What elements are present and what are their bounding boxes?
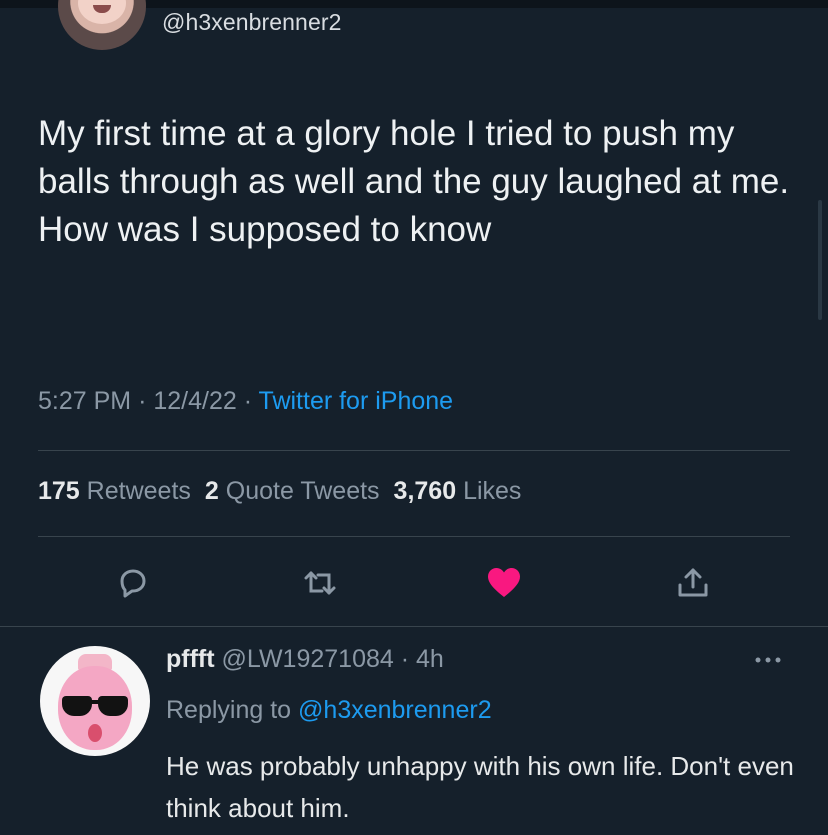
reply-icon[interactable] <box>115 565 151 601</box>
replying-prefix: Replying to <box>166 696 292 724</box>
reply-separator: · <box>400 645 410 673</box>
tweet-stats: 175 Retweets 2 Quote Tweets 3,760 Likes <box>38 477 521 506</box>
avatar-sunglasses-bridge <box>90 700 100 704</box>
tweet-source[interactable]: Twitter for iPhone <box>259 387 454 415</box>
like-icon[interactable] <box>486 565 522 601</box>
reply-text: He was probably unhappy with his own lif… <box>166 751 794 823</box>
tweet-time[interactable]: 5:27 PM <box>38 387 131 415</box>
divider <box>38 450 790 451</box>
likes-count: 3,760 <box>393 477 457 505</box>
tweet-date[interactable]: 12/4/22 <box>153 387 236 415</box>
retweets-count: 175 <box>38 477 80 505</box>
reply-author-handle[interactable]: @LW19271084 <box>222 645 394 673</box>
section-divider <box>0 626 828 627</box>
reply-author-name[interactable]: pffft <box>166 645 215 673</box>
retweet-icon[interactable] <box>302 565 338 601</box>
tweet-text: My first time at a glory hole I tried to… <box>38 114 790 249</box>
tweet-author-handle[interactable]: @h3xenbrenner2 <box>162 9 341 36</box>
share-icon[interactable] <box>675 565 711 601</box>
quotes-label: Quote Tweets <box>225 477 380 505</box>
scrollbar-thumb[interactable] <box>818 200 822 320</box>
tweet-meta: 5:27 PM · 12/4/22 · Twitter for iPhone <box>38 387 453 416</box>
retweets-stat[interactable]: 175 Retweets <box>38 477 191 505</box>
reply-header: pffft @LW19271084 · 4h <box>166 645 444 674</box>
meta-separator: · <box>243 387 253 415</box>
replying-mention[interactable]: @h3xenbrenner2 <box>298 696 492 724</box>
likes-label: Likes <box>463 477 522 505</box>
quotes-stat[interactable]: 2 Quote Tweets <box>205 477 380 505</box>
replying-to-line: Replying to @h3xenbrenner2 <box>166 696 492 725</box>
retweets-label: Retweets <box>86 477 191 505</box>
avatar-sunglasses-right <box>98 696 128 716</box>
reply-age[interactable]: 4h <box>416 645 444 673</box>
likes-stat[interactable]: 3,760 Likes <box>394 477 522 505</box>
reply-author-avatar[interactable] <box>40 646 150 756</box>
meta-separator: · <box>138 387 147 415</box>
divider <box>38 536 790 537</box>
avatar-sunglasses-left <box>62 696 92 716</box>
quotes-count: 2 <box>204 477 219 505</box>
avatar-mouth <box>88 724 102 742</box>
tweet-actions <box>0 553 828 613</box>
tweet-author-avatar[interactable] <box>58 0 146 50</box>
more-options-icon[interactable] <box>752 650 784 670</box>
